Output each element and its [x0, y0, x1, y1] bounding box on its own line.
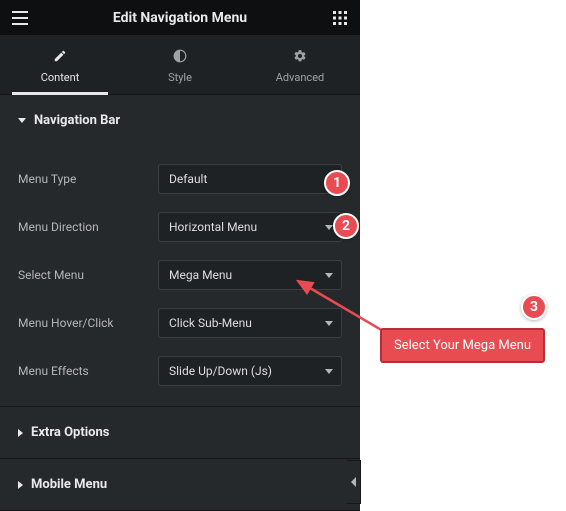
chevron-right-icon	[18, 429, 23, 437]
annotation-badge-3: 3	[521, 294, 547, 320]
select-value: Slide Up/Down (Js)	[169, 364, 272, 378]
annotation-badge-1: 1	[324, 170, 350, 196]
section-navigation-bar: Navigation Bar Menu Type Default Menu Di…	[0, 95, 360, 407]
annotation-badge-2: 2	[333, 213, 359, 239]
select-hover-click[interactable]: Click Sub-Menu	[158, 308, 342, 338]
select-menu-direction[interactable]: Horizontal Menu	[158, 212, 342, 242]
field-label: Menu Effects	[18, 364, 158, 378]
section-header-navbar[interactable]: Navigation Bar	[0, 95, 360, 146]
chevron-down-icon	[18, 118, 26, 123]
field-hover-click: Menu Hover/Click Click Sub-Menu	[18, 308, 342, 338]
chevron-down-icon	[325, 369, 333, 374]
tab-style[interactable]: Style	[120, 35, 240, 94]
section-header-mobile[interactable]: Mobile Menu	[0, 459, 360, 510]
panel-collapse-handle[interactable]	[347, 460, 361, 504]
section-mobile-menu: Mobile Menu	[0, 459, 360, 511]
apps-grid-icon[interactable]	[330, 8, 350, 28]
field-menu-type: Menu Type Default	[18, 164, 342, 194]
section-title: Mobile Menu	[31, 477, 107, 492]
editor-panel: Edit Navigation Menu Content Style	[0, 0, 360, 511]
hamburger-icon[interactable]	[10, 8, 30, 28]
field-label: Menu Type	[18, 172, 158, 186]
annotation-callout: Select Your Mega Menu	[380, 328, 545, 363]
field-menu-effects: Menu Effects Slide Up/Down (Js)	[18, 356, 342, 386]
chevron-down-icon	[325, 273, 333, 278]
tab-label: Advanced	[276, 71, 324, 84]
select-value: Mega Menu	[169, 268, 232, 282]
select-value: Horizontal Menu	[169, 220, 257, 234]
select-menu-effects[interactable]: Slide Up/Down (Js)	[158, 356, 342, 386]
chevron-left-icon	[351, 477, 356, 487]
select-value: Click Sub-Menu	[169, 316, 252, 330]
chevron-down-icon	[325, 321, 333, 326]
section-header-extra[interactable]: Extra Options	[0, 407, 360, 458]
field-label: Select Menu	[18, 268, 158, 282]
field-select-menu: Select Menu Mega Menu	[18, 260, 342, 290]
panel-title: Edit Navigation Menu	[30, 10, 330, 26]
pencil-icon	[53, 49, 67, 66]
field-label: Menu Direction	[18, 220, 158, 234]
section-title: Extra Options	[31, 425, 109, 440]
field-menu-direction: Menu Direction Horizontal Menu	[18, 212, 342, 242]
tab-advanced[interactable]: Advanced	[240, 35, 360, 94]
select-select-menu[interactable]: Mega Menu	[158, 260, 342, 290]
tab-label: Style	[168, 71, 192, 84]
gear-icon	[293, 49, 307, 66]
section-title: Navigation Bar	[34, 113, 120, 128]
field-label: Menu Hover/Click	[18, 316, 158, 330]
tab-label: Content	[41, 71, 80, 84]
section-extra-options: Extra Options	[0, 407, 360, 459]
panel-header: Edit Navigation Menu	[0, 0, 360, 35]
chevron-down-icon	[325, 225, 333, 230]
half-circle-icon	[173, 49, 187, 66]
tab-bar: Content Style Advanced	[0, 35, 360, 95]
chevron-right-icon	[18, 481, 23, 489]
select-menu-type[interactable]: Default	[158, 164, 342, 194]
tab-content[interactable]: Content	[0, 35, 120, 94]
select-value: Default	[169, 172, 207, 186]
